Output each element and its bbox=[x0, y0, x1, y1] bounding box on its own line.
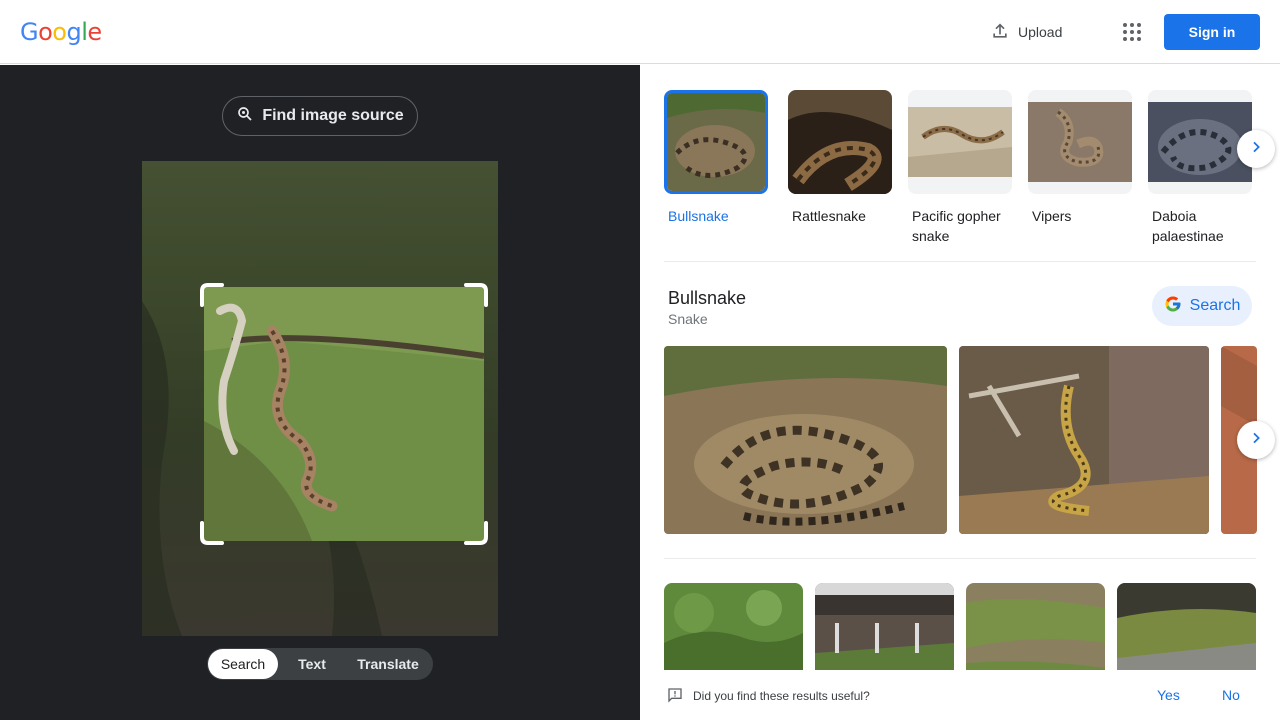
entity-title: Bullsnake bbox=[668, 288, 747, 308]
related-item-vipers[interactable]: Vipers bbox=[1028, 90, 1132, 226]
related-label: Rattlesnake bbox=[792, 208, 866, 224]
visual-match-image[interactable] bbox=[664, 583, 803, 683]
uploaded-image bbox=[142, 161, 498, 636]
result-image[interactable] bbox=[959, 346, 1209, 534]
top-bar: Google Upload Sign in bbox=[0, 0, 1280, 64]
visual-match-image[interactable] bbox=[815, 583, 954, 683]
related-label: Bullsnake bbox=[668, 208, 729, 224]
google-g-icon bbox=[1164, 295, 1182, 318]
result-image[interactable] bbox=[664, 346, 947, 534]
visual-match-image[interactable] bbox=[1117, 583, 1256, 683]
related-item-bullsnake[interactable]: Bullsnake bbox=[664, 90, 768, 226]
mode-translate[interactable]: Translate bbox=[346, 649, 430, 679]
related-item-rattlesnake[interactable]: Rattlesnake bbox=[788, 90, 892, 226]
find-image-source-button[interactable]: Find image source bbox=[222, 96, 418, 136]
lens-search-icon bbox=[236, 105, 254, 128]
visual-match-image[interactable] bbox=[966, 583, 1105, 683]
related-thumbnail bbox=[788, 90, 892, 194]
feedback-yes-button[interactable]: Yes bbox=[1157, 687, 1180, 703]
entity-search-label: Search bbox=[1189, 297, 1241, 314]
image-preview-panel: Find image source Search Text Translate bbox=[0, 65, 640, 720]
related-thumbnail bbox=[664, 90, 768, 194]
crop-region[interactable] bbox=[204, 287, 485, 541]
chevron-right-icon bbox=[1248, 139, 1264, 160]
logo-letter: o bbox=[52, 18, 67, 46]
entity-subtitle: Snake bbox=[668, 311, 708, 327]
section-divider bbox=[664, 558, 1256, 559]
upload-label: Upload bbox=[1018, 24, 1063, 40]
entity-search-button[interactable]: Search bbox=[1152, 286, 1252, 326]
sign-in-button[interactable]: Sign in bbox=[1164, 14, 1260, 50]
carousel-next-button[interactable] bbox=[1237, 130, 1275, 168]
related-searches-carousel: Bullsnake Rattlesnake Pacific gopher sna… bbox=[664, 90, 1264, 250]
section-divider bbox=[664, 261, 1256, 262]
chevron-right-icon bbox=[1248, 430, 1264, 451]
upload-button[interactable]: Upload bbox=[990, 18, 1062, 46]
upload-icon bbox=[990, 21, 1010, 44]
feedback-icon bbox=[667, 687, 683, 708]
related-thumbnail bbox=[1148, 90, 1252, 194]
images-next-button[interactable] bbox=[1237, 421, 1275, 459]
logo-letter: e bbox=[87, 18, 102, 46]
find-image-source-label: Find image source bbox=[262, 107, 404, 124]
apps-grid-icon[interactable] bbox=[1120, 20, 1144, 44]
feedback-bar: Did you find these results useful? Yes N… bbox=[640, 670, 1280, 720]
related-label: Daboia palaestinae bbox=[1152, 208, 1224, 244]
mode-search[interactable]: Search bbox=[208, 649, 278, 679]
related-label: Pacific gopher snake bbox=[912, 208, 1001, 244]
results-panel: Bullsnake Rattlesnake Pacific gopher sna… bbox=[640, 65, 1280, 720]
feedback-no-button[interactable]: No bbox=[1222, 687, 1240, 703]
logo-letter: g bbox=[66, 18, 82, 46]
mode-text[interactable]: Text bbox=[278, 649, 346, 679]
related-label: Vipers bbox=[1032, 208, 1072, 224]
google-logo[interactable]: Google bbox=[20, 18, 102, 46]
lens-mode-toggle: Search Text Translate bbox=[207, 648, 433, 680]
feedback-question: Did you find these results useful? bbox=[693, 689, 870, 703]
logo-letter: o bbox=[38, 18, 53, 46]
logo-letter: G bbox=[20, 18, 39, 46]
related-thumbnail bbox=[1028, 90, 1132, 194]
related-item-daboia-palaestinae[interactable]: Daboia palaestinae bbox=[1148, 90, 1252, 246]
related-item-pacific-gopher-snake[interactable]: Pacific gopher snake bbox=[908, 90, 1012, 246]
related-thumbnail bbox=[908, 90, 1012, 194]
